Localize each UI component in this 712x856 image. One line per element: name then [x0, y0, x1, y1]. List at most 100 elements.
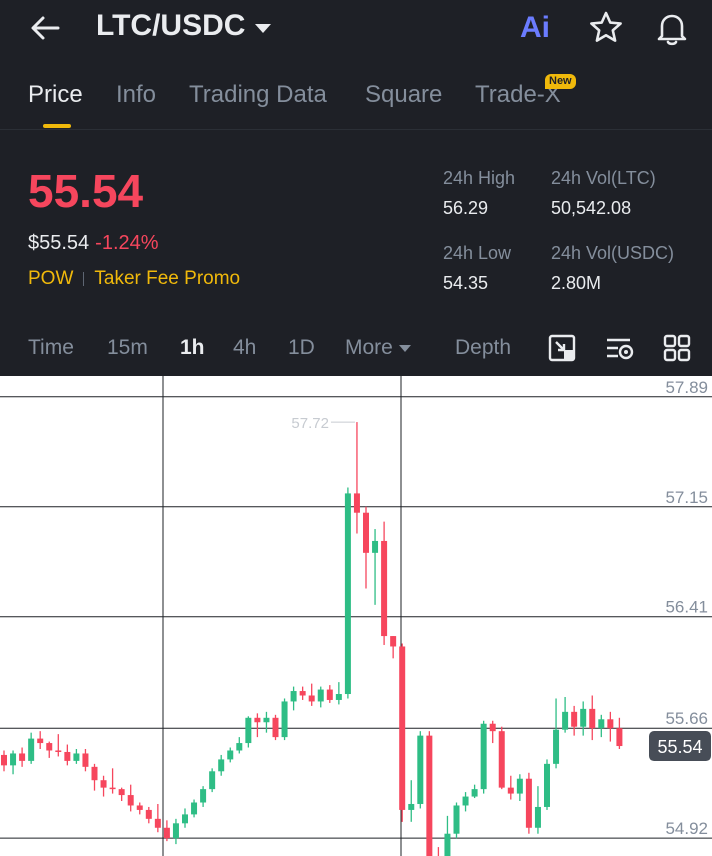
interval-1h[interactable]: 1h: [180, 334, 205, 362]
candle-body: [200, 789, 207, 803]
candle-body: [272, 717, 279, 738]
candle-body: [127, 795, 134, 806]
candle-body: [91, 766, 98, 781]
expand-chart-icon[interactable]: [546, 332, 578, 364]
interval-4h[interactable]: 4h: [233, 334, 256, 362]
star-icon[interactable]: [586, 8, 626, 48]
tag-taker-fee-promo[interactable]: Taker Fee Promo: [94, 266, 240, 292]
candle-body: [525, 778, 532, 828]
back-arrow-icon: [31, 16, 60, 40]
candle-body: [218, 759, 225, 772]
stat-low-value: 54.35: [443, 273, 489, 293]
candle-body: [10, 753, 17, 766]
interval-more-label: More: [345, 336, 393, 359]
indicator-settings-icon[interactable]: [604, 332, 636, 364]
candle-body: [163, 827, 170, 839]
candle-body: [534, 806, 541, 828]
candle-body: [616, 728, 623, 747]
candle-body: [46, 743, 53, 751]
candle-body: [28, 738, 35, 761]
candle-body: [254, 717, 261, 723]
new-badge: New: [545, 74, 576, 89]
tab-bar: Price Info Trading Data Square Trade-X: [0, 66, 712, 130]
tag-pow[interactable]: POW: [28, 266, 73, 292]
price-tick-label: 57.89: [665, 378, 708, 397]
price-tick-label: 57.15: [665, 488, 708, 507]
candle-body: [372, 540, 379, 553]
candle-body: [381, 540, 388, 637]
candle-body: [571, 711, 578, 727]
tab-price[interactable]: Price: [28, 80, 83, 110]
candle-body: [191, 802, 198, 815]
candle-body: [598, 719, 605, 729]
candle-body: [480, 723, 487, 790]
pair-label: LTC/USDC: [96, 9, 246, 42]
candle-body: [462, 796, 469, 806]
candle-body: [426, 735, 433, 856]
tag-divider: [83, 272, 85, 286]
tab-square[interactable]: Square: [365, 80, 442, 110]
max-price-annotation: 57.72: [291, 415, 329, 432]
candle-body: [335, 694, 342, 700]
candle-body: [489, 723, 496, 732]
stat-low-label: 24h Low: [443, 243, 512, 263]
pair-selector[interactable]: LTC/USDC: [96, 6, 272, 46]
candle-body: [344, 493, 351, 695]
candle-body: [498, 731, 505, 788]
candle-body: [471, 789, 478, 797]
candle-body: [353, 493, 360, 513]
candle-body: [154, 818, 161, 828]
candle-body: [100, 780, 107, 788]
depth-button[interactable]: Depth: [455, 334, 511, 362]
candle-body: [19, 753, 26, 761]
candle-body: [607, 719, 614, 729]
price-change: -1.24%: [95, 232, 159, 254]
tab-trading-data[interactable]: Trading Data: [189, 80, 327, 110]
top-bar: LTC/USDC Ai: [0, 0, 712, 58]
interval-time[interactable]: Time: [28, 334, 74, 362]
active-tab-indicator: [43, 124, 71, 128]
candle-body: [281, 701, 288, 738]
candle-body: [562, 711, 569, 730]
candle-body: [55, 750, 62, 752]
interval-15m[interactable]: 15m: [107, 334, 148, 362]
candle-body: [118, 789, 125, 796]
candlestick-chart[interactable]: 57.89 57.15 56.41 55.66 54.92 57.72 55.54: [0, 376, 712, 856]
candle-body: [589, 708, 596, 729]
candle-body: [453, 805, 460, 834]
candle-body: [408, 803, 415, 810]
candle-body: [444, 833, 451, 856]
usd-price: $55.54: [28, 232, 90, 254]
candle-body: [37, 738, 44, 744]
candle-body: [516, 778, 523, 794]
ai-icon[interactable]: Ai: [520, 8, 550, 48]
candle-body: [544, 763, 550, 807]
candle-body: [553, 729, 560, 764]
candle-body: [73, 753, 80, 761]
chart-canvas: 57.89 57.15 56.41 55.66 54.92 57.72 55.54: [0, 376, 712, 856]
stat-high-label: 24h High: [443, 168, 516, 188]
candle-body: [308, 695, 315, 702]
tab-info[interactable]: Info: [116, 80, 156, 110]
candle-body: [299, 691, 306, 696]
candle-body: [245, 717, 252, 744]
candle-body: [326, 689, 333, 700]
interval-more[interactable]: More: [345, 334, 411, 362]
candle-body: [145, 809, 152, 819]
last-price: 55.54: [28, 165, 144, 217]
stat-vol-ltc-value: 50,542.08: [551, 198, 632, 218]
caret-down-icon: [255, 23, 272, 33]
price-tick-label: 55.66: [665, 709, 708, 728]
candle-body: [390, 636, 397, 647]
candle-body: [580, 708, 587, 727]
stat-vol-ltc-label: 24h Vol(LTC): [551, 168, 656, 188]
candle-body: [317, 689, 324, 702]
stat-vol-usdc-label: 24h Vol(USDC): [551, 243, 675, 263]
interval-1d[interactable]: 1D: [288, 334, 315, 362]
grid-layout-icon[interactable]: [661, 332, 693, 364]
bell-icon[interactable]: [652, 8, 692, 48]
current-price-label: 55.54: [657, 737, 702, 757]
back-button[interactable]: [28, 10, 68, 46]
candle-body: [64, 751, 71, 761]
candle-body: [236, 743, 243, 751]
